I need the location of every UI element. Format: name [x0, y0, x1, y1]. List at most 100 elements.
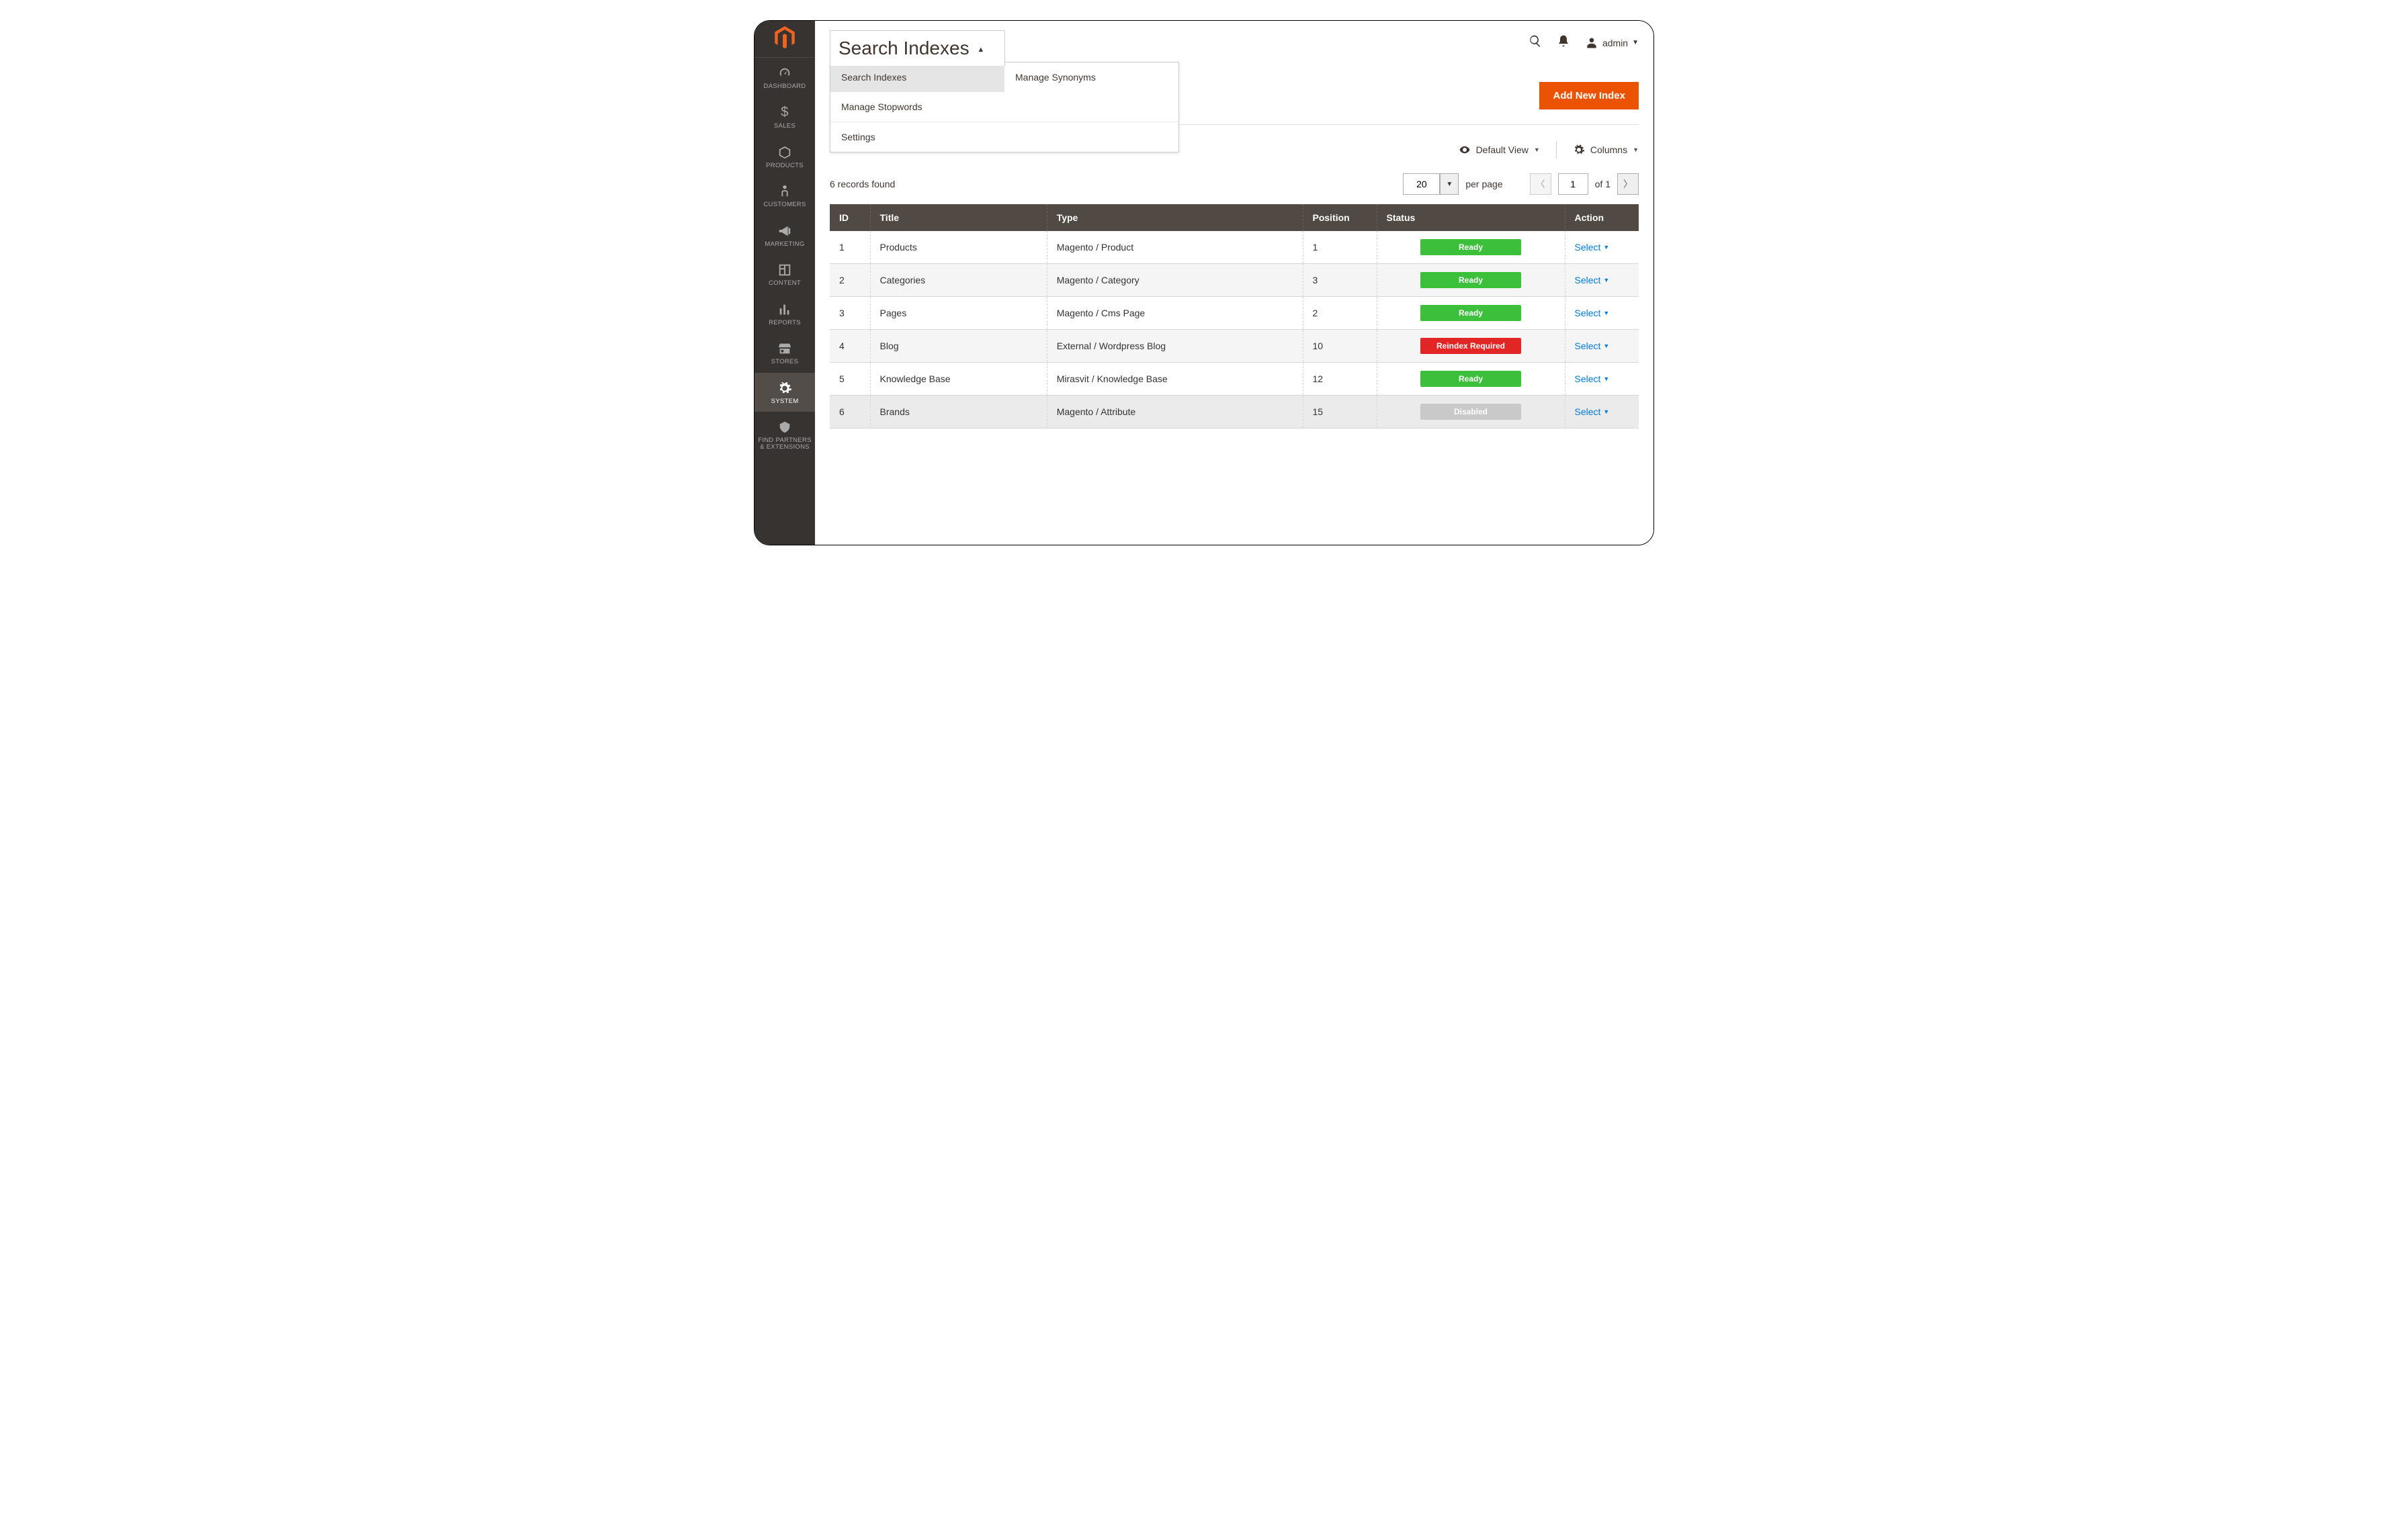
caret-down-icon: ▼ [1603, 310, 1609, 316]
status-badge: Disabled [1420, 404, 1521, 420]
cell-position: 2 [1303, 297, 1377, 330]
user-label: admin [1602, 38, 1628, 48]
admin-sidebar: DASHBOARD $SALES PRODUCTS CUSTOMERS MARK… [755, 21, 815, 545]
col-id[interactable]: ID [830, 204, 870, 231]
cell-status: Ready [1377, 264, 1565, 297]
cell-status: Ready [1377, 231, 1565, 264]
table-row[interactable]: 1ProductsMagento / Product1ReadySelect ▼ [830, 231, 1639, 264]
cell-position: 12 [1303, 363, 1377, 396]
prev-page-button[interactable]: 〈 [1530, 173, 1551, 195]
caret-down-icon: ▼ [1633, 146, 1639, 153]
menu-settings[interactable]: Settings [830, 122, 1004, 152]
menu-manage-synonyms[interactable]: Manage Synonyms [1004, 62, 1178, 92]
select-action[interactable]: Select ▼ [1575, 373, 1610, 384]
nav-marketing[interactable]: MARKETING [755, 216, 815, 255]
page-input[interactable] [1558, 173, 1588, 195]
col-title[interactable]: Title [870, 204, 1047, 231]
nav-reports[interactable]: REPORTS [755, 294, 815, 333]
cell-action: Select ▼ [1565, 363, 1639, 396]
nav-content[interactable]: CONTENT [755, 255, 815, 294]
cell-title: Products [870, 231, 1047, 264]
dollar-icon: $ [781, 105, 788, 120]
nav-dashboard[interactable]: DASHBOARD [755, 58, 815, 97]
col-position[interactable]: Position [1303, 204, 1377, 231]
table-row[interactable]: 4BlogExternal / Wordpress Blog10Reindex … [830, 330, 1639, 363]
select-action[interactable]: Select ▼ [1575, 406, 1610, 417]
search-icon[interactable] [1529, 34, 1542, 51]
indexes-table: ID Title Type Position Status Action 1Pr… [830, 204, 1639, 429]
select-action[interactable]: Select ▼ [1575, 308, 1610, 318]
cell-status: Ready [1377, 363, 1565, 396]
nav-label: CUSTOMERS [763, 202, 806, 208]
nav-sales[interactable]: $SALES [755, 97, 815, 136]
menu-manage-stopwords[interactable]: Manage Stopwords [830, 92, 1004, 122]
per-page-stepper[interactable]: ▼ [1440, 173, 1459, 195]
cell-id: 3 [830, 297, 870, 330]
cell-position: 15 [1303, 396, 1377, 429]
next-page-button[interactable]: 〉 [1617, 173, 1639, 195]
cell-title: Brands [870, 396, 1047, 429]
caret-down-icon: ▼ [1603, 244, 1609, 251]
table-row[interactable]: 6BrandsMagento / Attribute15 Disabled Sele… [830, 396, 1639, 429]
cell-type: Magento / Category [1047, 264, 1303, 297]
caret-down-icon: ▼ [1534, 146, 1540, 153]
records-found: 6 records found [830, 179, 895, 189]
cell-type: Mirasvit / Knowledge Base [1047, 363, 1303, 396]
caret-down-icon: ▼ [1603, 375, 1609, 382]
eye-icon [1459, 144, 1471, 156]
status-badge: Ready [1420, 239, 1521, 255]
cell-position: 3 [1303, 264, 1377, 297]
columns-control[interactable]: Columns ▼ [1573, 144, 1639, 156]
add-new-index-button[interactable]: Add New Index [1539, 82, 1639, 109]
page-title-menu: Search Indexes Manage Synonyms Manage St… [830, 62, 1179, 152]
divider [1556, 141, 1557, 159]
cell-type: External / Wordpress Blog [1047, 330, 1303, 363]
default-view-control[interactable]: Default View ▼ [1459, 144, 1540, 156]
table-row[interactable]: 2CategoriesMagento / Category3ReadySelec… [830, 264, 1639, 297]
cell-id: 6 [830, 396, 870, 429]
cell-title: Blog [870, 330, 1047, 363]
status-badge: Ready [1420, 272, 1521, 288]
nav-products[interactable]: PRODUCTS [755, 137, 815, 176]
select-action[interactable]: Select ▼ [1575, 341, 1610, 351]
nav-label: CONTENT [769, 280, 801, 287]
per-page-label: per page [1465, 179, 1502, 189]
magento-logo[interactable] [755, 21, 815, 58]
notifications-icon[interactable] [1557, 34, 1570, 51]
nav-label: REPORTS [769, 320, 801, 326]
cell-action: Select ▼ [1565, 231, 1639, 264]
nav-label: PRODUCTS [766, 163, 804, 169]
table-row[interactable]: 5Knowledge BaseMirasvit / Knowledge Base… [830, 363, 1639, 396]
nav-partners[interactable]: FIND PARTNERS & EXTENSIONS [755, 412, 815, 458]
caret-down-icon: ▼ [1603, 343, 1609, 349]
cell-id: 1 [830, 231, 870, 264]
gear-icon [1573, 144, 1585, 156]
of-pages-label: of 1 [1595, 179, 1610, 189]
nav-label: FIND PARTNERS & EXTENSIONS [757, 437, 812, 451]
per-page-input[interactable] [1403, 173, 1440, 195]
col-action[interactable]: Action [1565, 204, 1639, 231]
caret-down-icon: ▼ [1632, 39, 1639, 46]
table-row[interactable]: 3PagesMagento / Cms Page2ReadySelect ▼ [830, 297, 1639, 330]
menu-search-indexes[interactable]: Search Indexes [830, 62, 1004, 92]
cell-id: 5 [830, 363, 870, 396]
chevron-right-icon: 〉 [1623, 177, 1633, 191]
select-action[interactable]: Select ▼ [1575, 275, 1610, 285]
cell-position: 10 [1303, 330, 1377, 363]
nav-system[interactable]: SYSTEM [755, 373, 815, 412]
select-action[interactable]: Select ▼ [1575, 242, 1610, 253]
page-title-dropdown[interactable]: Search Indexes ▲ [830, 30, 1005, 66]
cell-type: Magento / Product [1047, 231, 1303, 264]
columns-label: Columns [1590, 144, 1627, 155]
col-type[interactable]: Type [1047, 204, 1303, 231]
cell-status: Ready [1377, 297, 1565, 330]
cell-id: 2 [830, 264, 870, 297]
cell-type: Magento / Attribute [1047, 396, 1303, 429]
nav-label: STORES [771, 359, 799, 365]
default-view-label: Default View [1476, 144, 1529, 155]
cell-status: Disabled [1377, 396, 1565, 429]
nav-customers[interactable]: CUSTOMERS [755, 176, 815, 215]
user-menu[interactable]: admin ▼ [1585, 36, 1639, 50]
col-status[interactable]: Status [1377, 204, 1565, 231]
nav-stores[interactable]: STORES [755, 333, 815, 372]
